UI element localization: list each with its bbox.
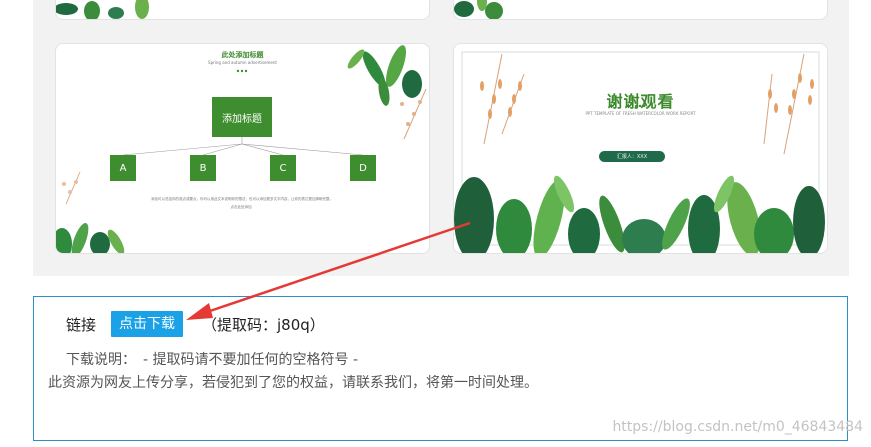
diagram-node-c: C — [270, 155, 296, 181]
slide-title: 此处添加标题 — [221, 51, 264, 59]
download-button[interactable]: 点击下载 — [111, 311, 183, 337]
slide-body-text: 添加可以总结你的观点或要点，你可以用此文本说明你的想法，也可以添加更多文字内容，… — [151, 197, 333, 201]
presenter-pill: 汇报人：XXX — [599, 151, 665, 162]
template-preview-gallery: 此处添加标题 Spring and autumn advertisement 添… — [33, 0, 849, 276]
download-note: 下载说明： - 提取码请不要加任何的空格符号 - — [48, 349, 538, 372]
watermark: https://blog.csdn.net/m0_46843484 — [612, 419, 863, 435]
diagram-node-b: B — [190, 155, 216, 181]
slide-subtitle: PPT TEMPLATE OF FRESH WATERCOLOR WORK RE… — [585, 111, 696, 116]
slide-subtitle: Spring and autumn advertisement — [208, 60, 277, 65]
diagram-main-box: 添加标题 — [212, 97, 272, 137]
extraction-code: （提取码：j80q） — [202, 316, 325, 334]
slide-title: 谢谢观看 — [606, 92, 675, 111]
slide-thumbnail-top-right[interactable] — [453, 0, 828, 20]
link-label: 链接 — [66, 316, 97, 334]
copyright-note: 此资源为网友上传分享，若侵犯到了您的权益，请联系我们，将第一时间处理。 — [48, 375, 538, 391]
diagram-node-d: D — [350, 155, 376, 181]
download-description: 下载说明： - 提取码请不要加任何的空格符号 - 此资源为网友上传分享，若侵犯到… — [48, 349, 538, 395]
slide-thumbnail-thanks[interactable]: 谢谢观看 PPT TEMPLATE OF FRESH WATERCOLOR WO… — [453, 43, 828, 254]
slide-body-text-2: 点击此处添加 — [230, 205, 252, 209]
download-note-text: 下载说明： - 提取码请不要加任何的空格符号 - — [66, 352, 359, 368]
slide-thumbnail-diagram[interactable]: 此处添加标题 Spring and autumn advertisement 添… — [55, 43, 430, 254]
slide-thumbnail-top-left[interactable] — [55, 0, 430, 20]
leaf-decoration-icon — [454, 51, 825, 253]
diagram-node-a: A — [110, 155, 136, 181]
leaf-decoration-icon — [56, 0, 149, 19]
leaf-decoration-icon — [454, 0, 503, 19]
leaf-decoration-icon — [56, 45, 427, 253]
